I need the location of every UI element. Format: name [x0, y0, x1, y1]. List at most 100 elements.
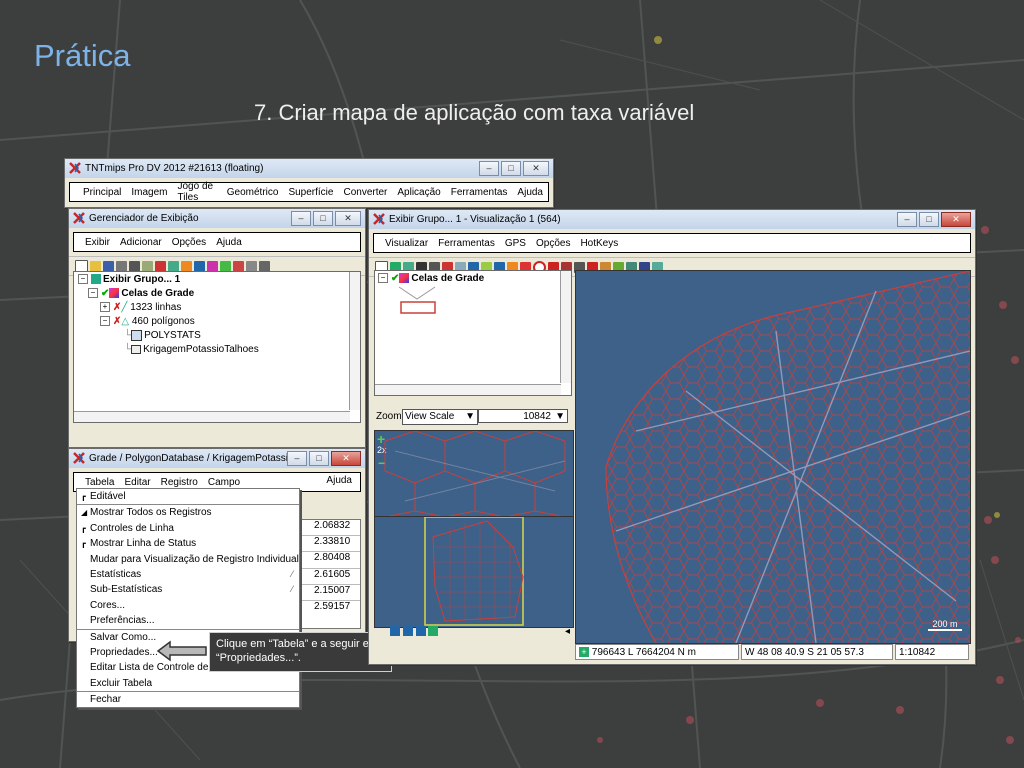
layer-icon[interactable]: [129, 260, 140, 272]
legend-layer-node[interactable]: − ✔ Celas de Grade: [378, 272, 484, 286]
menu-principal[interactable]: Principal: [78, 187, 126, 198]
close-button[interactable]: ✕: [523, 161, 549, 176]
collapse-icon[interactable]: −: [78, 274, 88, 285]
close-button[interactable]: ✕: [335, 211, 361, 226]
add-layer-icon[interactable]: [142, 260, 153, 272]
collapse-panel-icon[interactable]: ◂: [565, 626, 570, 637]
menu-adicionar[interactable]: Adicionar: [115, 237, 167, 248]
menu-item-cores[interactable]: Cores...: [77, 598, 299, 613]
menu-opcoes[interactable]: Opções: [531, 238, 575, 249]
zoom-in-tool-icon[interactable]: [390, 626, 400, 636]
menu-aplicacao[interactable]: Aplicação: [392, 187, 445, 198]
collapse-icon[interactable]: −: [88, 288, 98, 299]
remove-layer-icon[interactable]: [155, 260, 166, 272]
open-icon[interactable]: [90, 260, 101, 272]
menu-ajuda[interactable]: Ajuda: [512, 187, 548, 198]
overview-map: [424, 517, 524, 626]
menu-tabela[interactable]: Tabela: [80, 476, 120, 488]
status-coords: + 796643 L 7664204 N m: [575, 644, 739, 660]
grid-window-titlebar[interactable]: Grade / PolygonDatabase / KrigagemPotass…: [69, 449, 365, 468]
raster-icon[interactable]: [168, 260, 179, 272]
save-icon[interactable]: [103, 260, 114, 272]
display-manager-titlebar[interactable]: Gerenciador de Exibição – □ ✕: [69, 209, 365, 228]
tree-node-table-krigagem[interactable]: └ KrigagemPotassioTalhoes: [124, 343, 259, 357]
menu-item-mostrar-linha-status[interactable]: ┏ Mostrar Linha de Status: [77, 536, 299, 551]
list-icon[interactable]: [259, 260, 270, 272]
maximize-button[interactable]: □: [919, 212, 939, 227]
horizontal-scrollbar[interactable]: [375, 384, 561, 395]
menu-ajuda[interactable]: Ajuda: [211, 237, 247, 248]
menu-item-registro-individual[interactable]: Mudar para Visualização de Registro Indi…: [77, 552, 299, 567]
display-manager-title: Gerenciador de Exibição: [89, 213, 199, 224]
menu-gps[interactable]: GPS: [500, 238, 531, 249]
grid-cell[interactable]: 2.61605: [300, 569, 360, 585]
minimize-button[interactable]: –: [291, 211, 311, 226]
close-button[interactable]: ✕: [941, 212, 971, 227]
zoom-value-input[interactable]: 10842 ▼: [478, 409, 568, 423]
menu-item-preferencias[interactable]: Preferências...: [77, 613, 299, 628]
map-canvas[interactable]: 200 m: [575, 270, 971, 644]
tree-node-polygons[interactable]: − ✗△ 460 polígonos: [100, 315, 195, 329]
main-window-titlebar[interactable]: TNTmips Pro DV 2012 #21613 (floating) – …: [65, 159, 553, 178]
tree-node-layer[interactable]: − ✔ Celas de Grade: [88, 287, 194, 301]
collapse-icon[interactable]: −: [100, 316, 110, 327]
menu-item-editavel[interactable]: ┏ Editável: [77, 489, 299, 504]
print-icon[interactable]: [116, 260, 127, 272]
menu-visualizar[interactable]: Visualizar: [380, 238, 433, 249]
tree-node-lines[interactable]: + ✗╱ 1323 linhas: [100, 301, 181, 315]
vertical-scrollbar[interactable]: [349, 272, 360, 410]
grid-cell[interactable]: 2.80408: [300, 552, 360, 569]
menu-editar[interactable]: Editar: [119, 477, 155, 488]
minimize-button[interactable]: –: [897, 212, 917, 227]
horizontal-scrollbar[interactable]: [74, 411, 350, 422]
grid-cell[interactable]: 2.59157: [300, 601, 360, 616]
vector-icon[interactable]: [181, 260, 192, 272]
tin-icon[interactable]: [220, 260, 231, 272]
menu-item-estatisticas[interactable]: Estatísticas ⁄: [77, 567, 299, 582]
menu-superficie[interactable]: Superfície: [283, 187, 338, 198]
zoom-box-tool-icon[interactable]: [415, 626, 426, 636]
close-button[interactable]: ✕: [331, 451, 361, 466]
view-window-titlebar[interactable]: Exibir Grupo... 1 - Visualização 1 (564)…: [369, 210, 975, 229]
tree-node-group[interactable]: − Exibir Grupo... 1: [78, 273, 180, 287]
menu-exibir[interactable]: Exibir: [80, 237, 115, 248]
minimize-button[interactable]: –: [479, 161, 499, 176]
cad-icon[interactable]: [194, 260, 205, 272]
menu-imagem[interactable]: Imagem: [126, 187, 172, 198]
vertical-scrollbar[interactable]: [560, 271, 571, 383]
menu-converter[interactable]: Converter: [338, 187, 392, 198]
shape-icon[interactable]: [207, 260, 218, 272]
menu-geometrico[interactable]: Geométrico: [222, 187, 284, 198]
menu-campo[interactable]: Campo: [203, 477, 245, 488]
grid-cell[interactable]: 2.15007: [300, 585, 360, 601]
region-icon[interactable]: [233, 260, 244, 272]
expand-icon[interactable]: +: [100, 302, 110, 313]
menu-jogo-de-tiles[interactable]: Jogo de Tiles: [172, 181, 221, 203]
check-icon[interactable]: ✔: [101, 288, 109, 299]
menu-item-fechar[interactable]: Fechar: [77, 691, 299, 707]
grid-cell[interactable]: 2.06832: [300, 520, 360, 537]
menu-item-sub-estatisticas[interactable]: Sub-Estatísticas ⁄: [77, 582, 299, 597]
menu-ajuda[interactable]: Ajuda: [326, 475, 352, 486]
maximize-button[interactable]: □: [309, 451, 329, 466]
menu-item-controles-de-linha[interactable]: ┏ Controles de Linha: [77, 521, 299, 536]
menu-item-excluir-tabela[interactable]: Excluir Tabela: [77, 676, 299, 691]
menu-ferramentas[interactable]: Ferramentas: [433, 238, 500, 249]
menu-registro[interactable]: Registro: [156, 477, 203, 488]
menu-hotkeys[interactable]: HotKeys: [575, 238, 623, 249]
menu-item-mostrar-todos[interactable]: ◢ Mostrar Todos os Registros: [77, 504, 299, 520]
tree-node-table-polystats[interactable]: └ POLYSTATS: [124, 329, 201, 343]
check-icon[interactable]: ✔: [391, 273, 399, 284]
zoom-mode-select[interactable]: View Scale ▼: [402, 409, 478, 425]
crosshair-icon[interactable]: +: [579, 647, 589, 658]
zoom-out-tool-icon[interactable]: [402, 626, 413, 636]
grid-cell[interactable]: 2.33810: [300, 536, 360, 553]
maximize-button[interactable]: □: [501, 161, 521, 176]
maximize-button[interactable]: □: [313, 211, 333, 226]
table-icon[interactable]: [246, 260, 257, 272]
menu-ferramentas[interactable]: Ferramentas: [446, 187, 513, 198]
collapse-icon[interactable]: −: [378, 273, 388, 284]
full-view-tool-icon[interactable]: [428, 626, 439, 636]
minimize-button[interactable]: –: [287, 451, 307, 466]
menu-opcoes[interactable]: Opções: [167, 237, 211, 248]
